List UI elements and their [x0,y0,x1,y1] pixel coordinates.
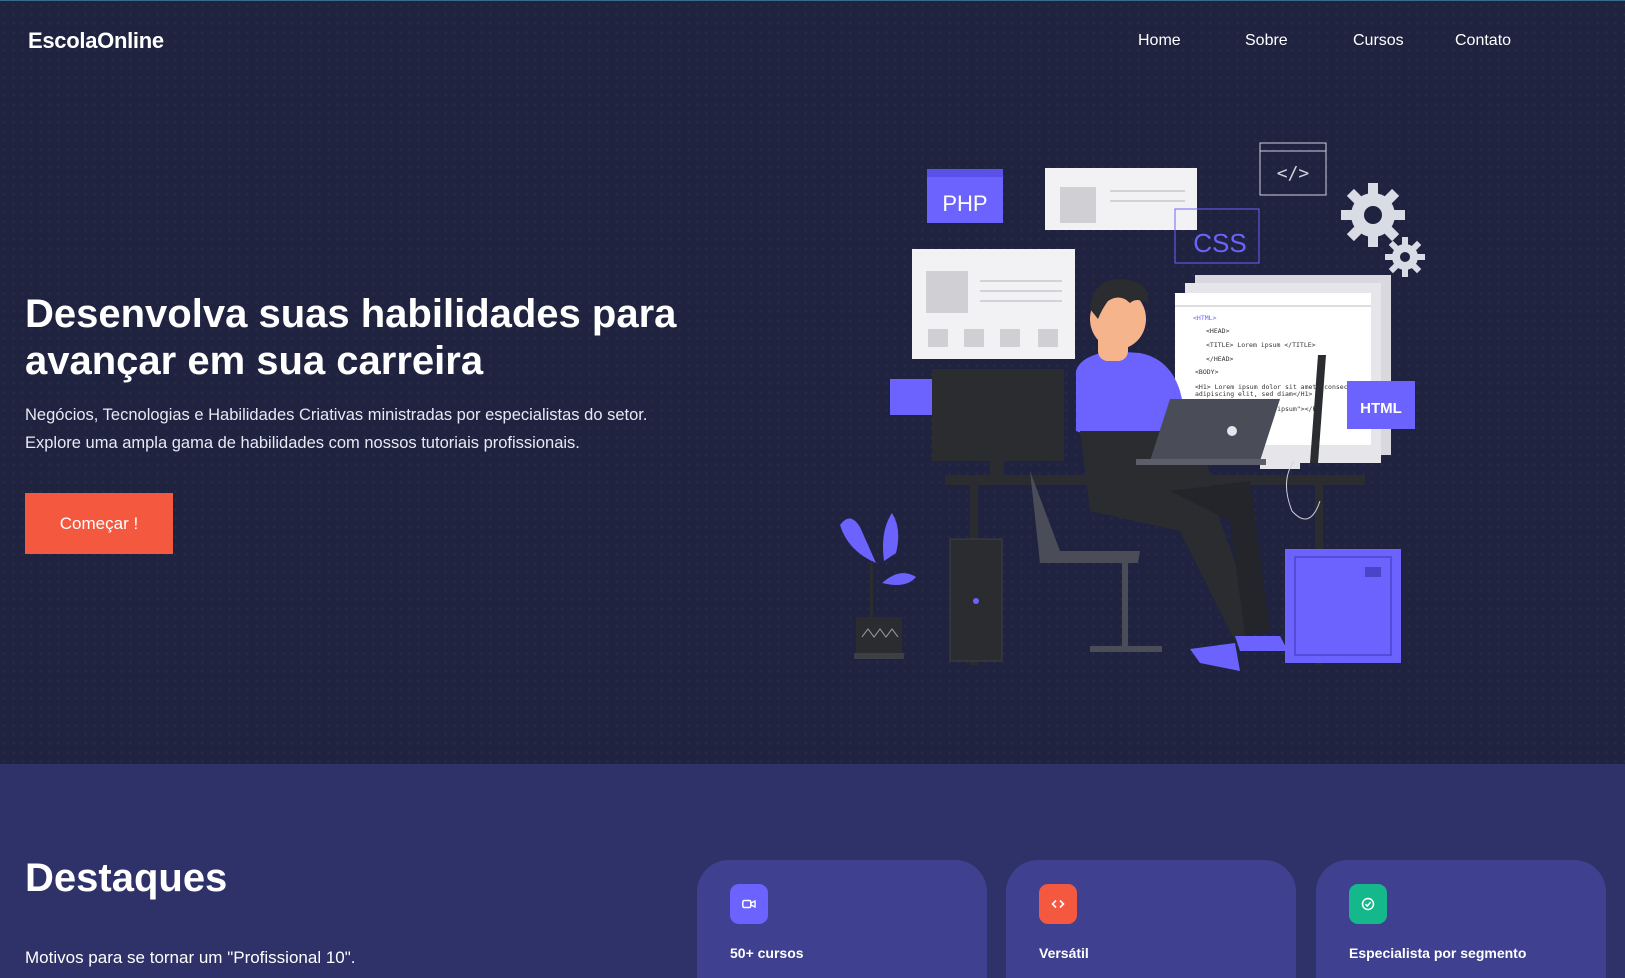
highlights-title: Destaques [25,856,228,900]
svg-text:<TITLE> Lorem ipsum </TITLE>: <TITLE> Lorem ipsum </TITLE> [1206,341,1316,349]
hero-title-line2: avançar em sua carreira [25,339,484,383]
hero-title-line1: Desenvolva suas habilidades para [25,292,677,336]
highlight-card-title: Especialista por segmento [1349,945,1527,961]
highlight-card-title: Versátil [1039,945,1089,961]
highlight-card-title: 50+ cursos [730,945,804,961]
html-window: HTML [1347,381,1415,429]
hero-subtitle-line2: Explore uma ampla gama de habilidades co… [25,434,580,452]
php-label: PHP [942,191,987,216]
svg-text:adipiscing elit, sed diam</H1>: adipiscing elit, sed diam</H1> [1195,390,1312,398]
hero-section: EscolaOnline Home Sobre Cursos Contato D… [0,0,1625,764]
nav-cursos[interactable]: Cursos [1353,32,1404,50]
highlights-section: Destaques Motivos para se tornar um "Pro… [0,764,1625,978]
plant [840,513,916,659]
check-circle-icon [1349,884,1387,924]
brand-logo[interactable]: EscolaOnline [28,28,164,54]
hero-subtitle: Negócios, Tecnologias e Habilidades Cria… [25,401,745,457]
nav-sobre[interactable]: Sobre [1245,32,1288,50]
svg-text:<BODY>: <BODY> [1195,368,1219,376]
nav-home[interactable]: Home [1138,32,1181,50]
hero-title: Desenvolva suas habilidades para avançar… [25,291,745,385]
svg-text:<HTML>: <HTML> [1193,314,1217,322]
svg-text:</HEAD>: </HEAD> [1206,355,1233,363]
css-label: CSS [1193,228,1246,258]
hero-subtitle-line1: Negócios, Tecnologias e Habilidades Cria… [25,406,648,424]
highlight-card-courses[interactable]: 50+ cursos [697,860,987,978]
highlights-subtitle: Motivos para se tornar um "Profissional … [25,948,356,967]
code-icon [1039,884,1077,924]
svg-text:<HEAD>: <HEAD> [1206,327,1230,335]
highlight-card-specialist[interactable]: Especialista por segmento [1316,860,1606,978]
code-window-icon: </> [1259,142,1327,196]
highlight-card-versatile[interactable]: Versátil [1006,860,1296,978]
svg-text:</>: </> [1277,163,1310,184]
php-window: PHP [927,169,1003,223]
video-icon [730,884,768,924]
start-button[interactable]: Começar ! [25,493,173,554]
gear-icon [1341,183,1425,277]
html-label: HTML [1360,400,1402,417]
nav-contato[interactable]: Contato [1455,32,1511,50]
developer-illustration: </> PHP CSS <HTML> <HEAD> <TITLE> Lorem … [840,142,1425,671]
